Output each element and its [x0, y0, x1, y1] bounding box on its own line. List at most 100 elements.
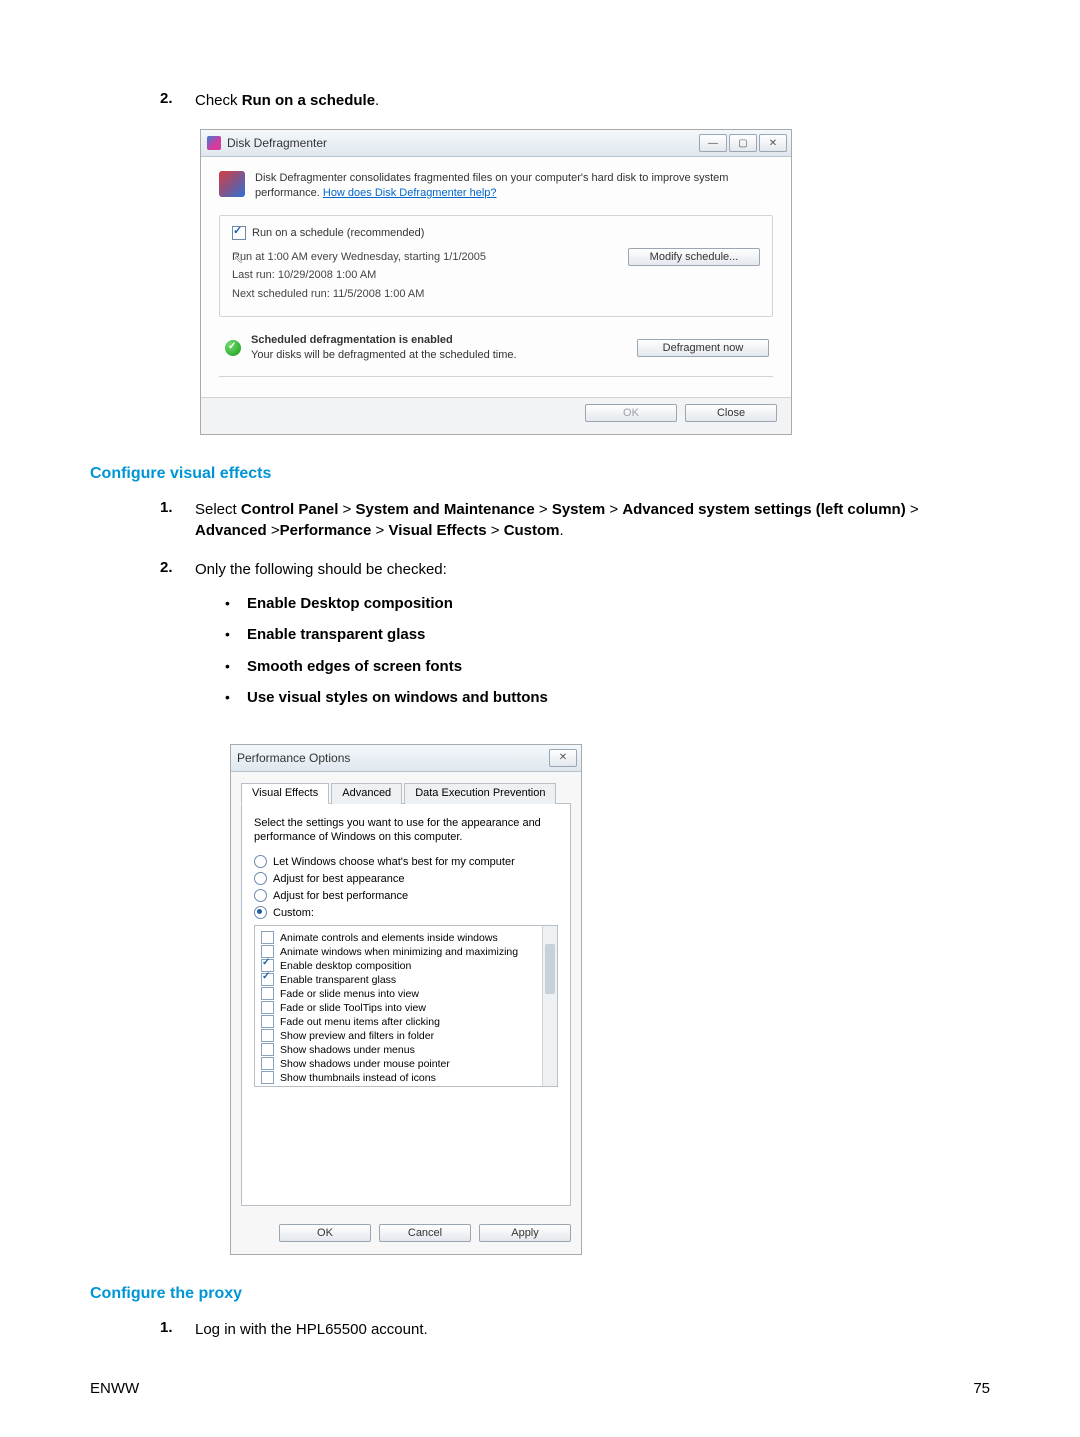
ok-button[interactable]: OK — [279, 1224, 371, 1242]
effect-label: Show shadows under mouse pointer — [280, 1058, 450, 1070]
step-prefix: Check — [195, 92, 242, 109]
effect-row: Fade out menu items after clicking — [261, 1015, 541, 1028]
bullet-text: Use visual styles on windows and buttons — [247, 688, 548, 708]
effect-row: Fade or slide ToolTips into view — [261, 1001, 541, 1014]
effect-checkbox[interactable] — [261, 931, 274, 944]
app-icon — [207, 136, 221, 150]
effect-label: Show thumbnails instead of icons — [280, 1072, 436, 1084]
defrag-icon — [219, 171, 245, 197]
effect-row: Animate controls and elements inside win… — [261, 931, 541, 944]
tab-advanced[interactable]: Advanced — [331, 783, 402, 804]
effect-row: Show thumbnails instead of icons — [261, 1071, 541, 1084]
radio-best-performance[interactable] — [254, 889, 267, 902]
run-on-schedule-label: Run on a schedule (recommended) — [252, 227, 424, 239]
tab-dep[interactable]: Data Execution Prevention — [404, 783, 556, 804]
effect-checkbox[interactable] — [261, 1001, 274, 1014]
section-proxy: Configure the proxy — [90, 1285, 990, 1303]
bullet-text: Enable Desktop composition — [247, 594, 453, 614]
effect-checkbox[interactable] — [261, 1015, 274, 1028]
modify-schedule-button[interactable]: Modify schedule... — [628, 248, 760, 266]
help-link[interactable]: How does Disk Defragmenter help? — [323, 187, 497, 199]
tab-strip: Visual Effects Advanced Data Execution P… — [241, 782, 571, 804]
status-ok-icon — [225, 340, 241, 356]
effect-label: Fade or slide ToolTips into view — [280, 1002, 426, 1014]
cancel-button[interactable]: Cancel — [379, 1224, 471, 1242]
bullet-icon — [225, 625, 247, 645]
window-title: Disk Defragmenter — [227, 136, 699, 150]
titlebar: Disk Defragmenter — ▢ ✕ — [201, 130, 791, 157]
bullet-item: Enable Desktop composition — [225, 594, 990, 614]
defragment-now-button[interactable]: Defragment now — [637, 339, 769, 357]
step-text: Select Control Panel > System and Mainte… — [195, 499, 990, 541]
radio-let-windows[interactable] — [254, 855, 267, 868]
effect-row: Animate windows when minimizing and maxi… — [261, 945, 541, 958]
effect-row: Enable transparent glass — [261, 973, 541, 986]
schedule-group: Run on a schedule (recommended) ↖ Run at… — [219, 215, 773, 317]
effect-checkbox[interactable] — [261, 1029, 274, 1042]
disk-defragmenter-window: Disk Defragmenter — ▢ ✕ Disk Defragmente… — [200, 129, 792, 435]
schedule-summary: Run at 1:00 AM every Wednesday, starting… — [232, 248, 486, 267]
page-footer: ENWW 75 — [90, 1380, 990, 1397]
effect-row: Fade or slide menus into view — [261, 987, 541, 1000]
effect-label: Animate controls and elements inside win… — [280, 932, 498, 944]
effect-label: Show preview and filters in folder — [280, 1030, 434, 1042]
step-text: Only the following should be checked: — [195, 559, 990, 580]
bullet-icon — [225, 657, 247, 677]
radio-best-appearance[interactable] — [254, 872, 267, 885]
status-row: Scheduled defragmentation is enabled You… — [219, 329, 773, 377]
ok-button[interactable]: OK — [585, 404, 677, 422]
effect-row: Show shadows under menus — [261, 1043, 541, 1056]
proxy-step-1: 1. Log in with the HPL65500 account. — [160, 1319, 990, 1340]
effect-checkbox[interactable] — [261, 1057, 274, 1070]
radio-label: Adjust for best performance — [273, 890, 408, 902]
step-number: 2. — [160, 559, 195, 726]
bullet-icon — [225, 688, 247, 708]
next-run: Next scheduled run: 11/5/2008 1:00 AM — [232, 285, 486, 304]
run-on-schedule-checkbox[interactable] — [232, 226, 246, 240]
radio-label: Adjust for best appearance — [273, 873, 404, 885]
status-sub: Your disks will be defragmented at the s… — [251, 349, 517, 361]
close-window-button[interactable]: ✕ — [549, 749, 577, 767]
section-visual-effects: Configure visual effects — [90, 465, 990, 483]
radio-label: Custom: — [273, 907, 314, 919]
effects-listbox[interactable]: Animate controls and elements inside win… — [254, 925, 558, 1087]
intro-text: Disk Defragmenter consolidates fragmente… — [255, 171, 773, 201]
footer-page-number: 75 — [973, 1380, 990, 1397]
bullet-text: Smooth edges of screen fonts — [247, 657, 462, 677]
effect-label: Fade or slide menus into view — [280, 988, 419, 1000]
scrollbar[interactable] — [542, 926, 557, 1086]
tab-visual-effects[interactable]: Visual Effects — [241, 783, 329, 804]
apply-button[interactable]: Apply — [479, 1224, 571, 1242]
status-title: Scheduled defragmentation is enabled — [251, 333, 627, 348]
cursor-icon: ↖ — [232, 250, 244, 267]
effect-checkbox[interactable] — [261, 987, 274, 1000]
performance-options-window: Performance Options ✕ Visual Effects Adv… — [230, 744, 582, 1256]
effect-label: Show shadows under menus — [280, 1044, 415, 1056]
step-number: 2. — [160, 90, 195, 111]
effect-label: Animate windows when minimizing and maxi… — [280, 946, 518, 958]
visual-step-2: 2. Only the following should be checked:… — [160, 559, 990, 726]
effect-row: Show preview and filters in folder — [261, 1029, 541, 1042]
effect-checkbox[interactable] — [261, 1071, 274, 1084]
footer-left: ENWW — [90, 1380, 139, 1397]
minimize-button[interactable]: — — [699, 134, 727, 152]
bullet-item: Smooth edges of screen fonts — [225, 657, 990, 677]
step-number: 1. — [160, 499, 195, 541]
effect-label: Fade out menu items after clicking — [280, 1016, 440, 1028]
maximize-button[interactable]: ▢ — [729, 134, 757, 152]
close-window-button[interactable]: ✕ — [759, 134, 787, 152]
effect-label: Enable desktop composition — [280, 960, 411, 972]
last-run: Last run: 10/29/2008 1:00 AM — [232, 266, 486, 285]
effect-label: Enable transparent glass — [280, 974, 396, 986]
effect-checkbox[interactable] — [261, 973, 274, 986]
close-button[interactable]: Close — [685, 404, 777, 422]
intro-row: Disk Defragmenter consolidates fragmente… — [219, 171, 773, 201]
visual-step-1: 1. Select Control Panel > System and Mai… — [160, 499, 990, 541]
effect-checkbox[interactable] — [261, 1043, 274, 1056]
step-text: Check Run on a schedule. — [195, 90, 990, 111]
radio-label: Let Windows choose what's best for my co… — [273, 856, 515, 868]
bullet-icon — [225, 594, 247, 614]
bullet-item: Enable transparent glass — [225, 625, 990, 645]
effect-row: Show shadows under mouse pointer — [261, 1057, 541, 1070]
radio-custom[interactable] — [254, 906, 267, 919]
